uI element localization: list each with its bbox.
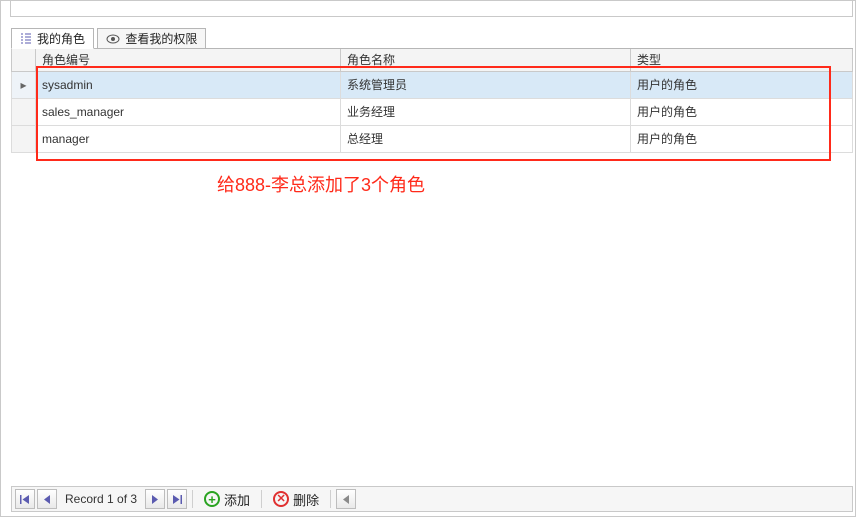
row-indicator: ▸	[12, 71, 36, 98]
add-label: 添加	[224, 490, 250, 509]
tab-label: 我的角色	[37, 30, 85, 47]
cell-role-id[interactable]: sysadmin	[36, 71, 341, 98]
row-indicator	[12, 125, 36, 152]
eye-icon	[106, 34, 120, 44]
record-position-label: Record 1 of 3	[59, 492, 143, 506]
cell-role-type[interactable]: 用户的角色	[631, 98, 853, 125]
cell-role-name[interactable]: 业务经理	[341, 98, 631, 125]
x-icon: ✕	[273, 491, 289, 507]
col-header-name[interactable]: 角色名称	[341, 49, 631, 71]
table-row[interactable]: sales_manager 业务经理 用户的角色	[12, 98, 853, 125]
col-header-id[interactable]: 角色编号	[36, 49, 341, 71]
separator	[192, 490, 193, 508]
nav-last-button[interactable]	[167, 489, 187, 509]
record-navigator: Record 1 of 3 + 添加 ✕ 删除	[11, 486, 853, 512]
delete-button[interactable]: ✕ 删除	[267, 488, 325, 510]
nav-end-edit-button[interactable]	[336, 489, 356, 509]
cell-role-name[interactable]: 总经理	[341, 125, 631, 152]
upper-blank-panel	[10, 1, 853, 17]
cell-role-name[interactable]: 系统管理员	[341, 71, 631, 98]
table-row[interactable]: manager 总经理 用户的角色	[12, 125, 853, 152]
delete-label: 删除	[293, 490, 319, 509]
table-row[interactable]: ▸ sysadmin 系统管理员 用户的角色	[12, 71, 853, 98]
separator	[261, 490, 262, 508]
row-indicator-header	[12, 49, 36, 71]
nav-prev-button[interactable]	[37, 489, 57, 509]
cell-role-id[interactable]: sales_manager	[36, 98, 341, 125]
list-icon	[20, 33, 32, 44]
col-header-type[interactable]: 类型	[631, 49, 853, 71]
cell-role-id[interactable]: manager	[36, 125, 341, 152]
tab-my-roles[interactable]: 我的角色	[11, 28, 94, 49]
nav-next-button[interactable]	[145, 489, 165, 509]
tab-strip: 我的角色 查看我的权限	[11, 27, 853, 48]
plus-icon: +	[204, 491, 220, 507]
separator	[330, 490, 331, 508]
tab-view-permissions[interactable]: 查看我的权限	[97, 28, 206, 49]
header-row: 角色编号 角色名称 类型	[12, 49, 853, 71]
row-indicator	[12, 98, 36, 125]
grid-panel: 角色编号 角色名称 类型 ▸ sysadmin 系统管理员 用户的角色 sale…	[11, 48, 853, 482]
window: 我的角色 查看我的权限 角色编号 角色名称 类型	[0, 0, 856, 517]
roles-table: 角色编号 角色名称 类型 ▸ sysadmin 系统管理员 用户的角色 sale…	[11, 49, 853, 153]
cell-role-type[interactable]: 用户的角色	[631, 71, 853, 98]
cell-role-type[interactable]: 用户的角色	[631, 125, 853, 152]
tab-label: 查看我的权限	[125, 30, 197, 47]
nav-first-button[interactable]	[15, 489, 35, 509]
add-button[interactable]: + 添加	[198, 488, 256, 510]
